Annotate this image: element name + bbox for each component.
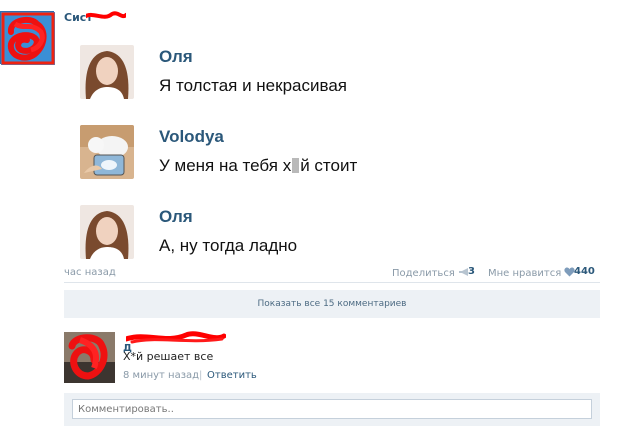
comment-author-avatar[interactable]: [64, 332, 115, 383]
message-author: Оля: [159, 207, 193, 226]
comment-text: Х*й решает все: [123, 350, 214, 363]
share-count: 3: [468, 266, 475, 277]
show-all-comments-button[interactable]: Показать все 15 комментариев: [64, 290, 600, 318]
divider: [64, 282, 600, 283]
message-author: Volodya: [159, 127, 224, 146]
message-avatar-olya: [80, 45, 134, 99]
post-timestamp[interactable]: час назад: [64, 267, 116, 278]
post-author-avatar[interactable]: [0, 11, 55, 65]
share-button[interactable]: Поделиться: [392, 267, 470, 279]
message-text: А, ну тогда ладно: [159, 236, 298, 255]
censor-block: [292, 158, 300, 173]
message-avatar-olya: [80, 205, 134, 259]
share-label: Поделиться: [392, 268, 455, 279]
message-text: У меня на тебя х й стоит: [159, 156, 357, 176]
message-text-part: У меня на тебя х: [159, 156, 292, 175]
message-text-part: й стоит: [300, 156, 358, 175]
message-text: Я толстая и некрасивая: [159, 76, 347, 95]
message-avatar-volodya: [80, 125, 134, 179]
message-author: Оля: [159, 47, 193, 66]
reply-link[interactable]: Ответить: [207, 370, 257, 381]
redaction-scribble: [126, 331, 226, 344]
like-button[interactable]: Мне нравится: [488, 267, 576, 279]
comment-form: [64, 393, 600, 426]
redaction-scribble: [86, 11, 126, 19]
like-count: 440: [574, 266, 595, 277]
like-label: Мне нравится: [488, 268, 562, 279]
comment-input[interactable]: [72, 399, 592, 419]
comment-timestamp[interactable]: 8 минут назад: [123, 370, 199, 381]
comment-separator: |: [199, 370, 203, 381]
